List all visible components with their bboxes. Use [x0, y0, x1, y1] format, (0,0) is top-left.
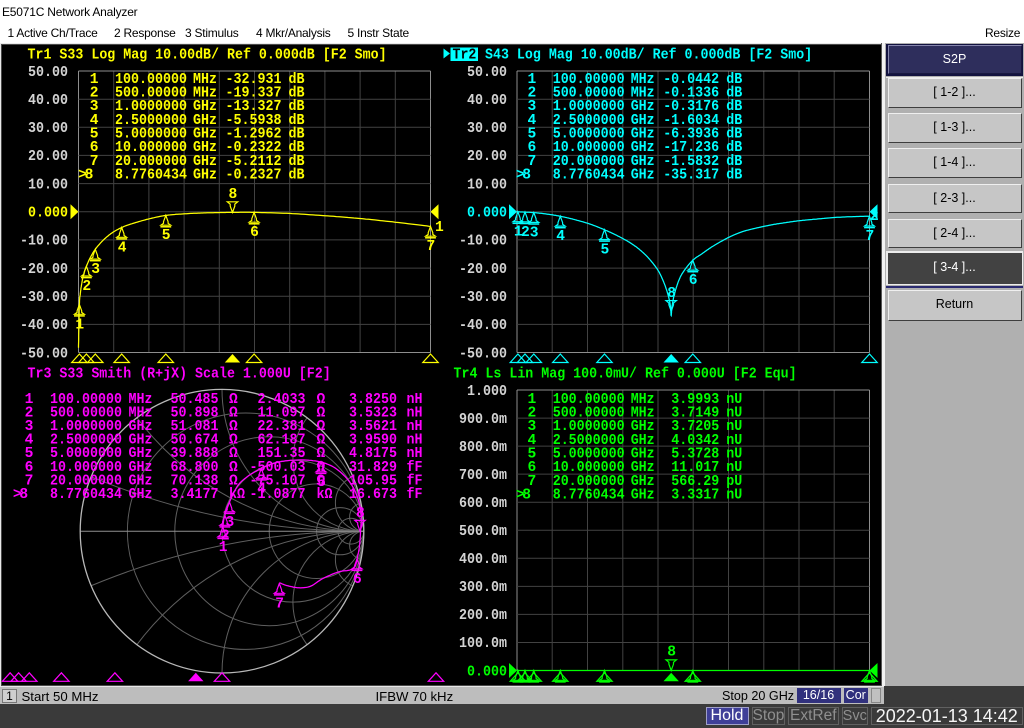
svg-text:8.7760434: 8.7760434 [553, 488, 625, 504]
svg-text:5: 5 [601, 243, 610, 259]
svg-text:1: 1 [435, 220, 444, 236]
svg-text:3: 3 [226, 515, 235, 531]
svg-text:0.000: 0.000 [467, 664, 507, 680]
svg-text:GHz: GHz [631, 168, 655, 184]
svg-text:7: 7 [427, 239, 436, 255]
svg-text:5: 5 [162, 228, 171, 244]
svg-text:-10.00: -10.00 [459, 234, 507, 250]
svg-text:30.00: 30.00 [467, 121, 507, 137]
svg-text:50.00: 50.00 [28, 65, 68, 81]
svg-text:0.000: 0.000 [28, 206, 68, 222]
svg-text:20.00: 20.00 [28, 149, 68, 165]
svg-text:700.0m: 700.0m [459, 468, 507, 484]
svg-text:GHz: GHz [129, 487, 153, 503]
svg-text:8: 8 [667, 644, 676, 660]
svg-text:1: 1 [75, 317, 84, 333]
svg-text:8: 8 [19, 487, 28, 503]
svg-text:8: 8 [522, 488, 531, 504]
svg-text:50.00: 50.00 [467, 65, 507, 81]
svg-text:-0.2327: -0.2327 [226, 168, 282, 184]
svg-text:Tr2: Tr2 [453, 48, 477, 64]
svg-text:8: 8 [522, 168, 531, 184]
svg-text:30.00: 30.00 [28, 121, 68, 137]
svg-text:-40.00: -40.00 [459, 318, 507, 334]
svg-text:900.0m: 900.0m [459, 412, 507, 428]
svg-text:8: 8 [667, 286, 676, 302]
svg-text:6: 6 [353, 572, 362, 588]
svg-text:Tr1 S33 Log Mag 10.00dB/ Ref 0: Tr1 S33 Log Mag 10.00dB/ Ref 0.000dB [F2… [28, 48, 387, 64]
svg-text:40.00: 40.00 [467, 93, 507, 109]
svg-text:Tr4 Ls Lin Mag 100.0mU/ Ref 0.: Tr4 Ls Lin Mag 100.0mU/ Ref 0.000U [F2 E… [454, 367, 797, 383]
svg-text:6: 6 [689, 273, 698, 289]
svg-text:800.0m: 800.0m [459, 440, 507, 456]
svg-text:Tr3 S33 Smith (R+jX) Scale 1.0: Tr3 S33 Smith (R+jX) Scale 1.000U [F2] [28, 367, 331, 383]
svg-text:-20.00: -20.00 [20, 262, 68, 278]
svg-text:-50.00: -50.00 [459, 346, 507, 362]
svg-text:200.0m: 200.0m [459, 608, 507, 624]
svg-text:8.7760434: 8.7760434 [553, 168, 625, 184]
svg-text:-10.00: -10.00 [20, 234, 68, 250]
svg-text:-20.00: -20.00 [459, 262, 507, 278]
svg-text:40.00: 40.00 [28, 93, 68, 109]
svg-text:kΩ: kΩ [317, 487, 333, 503]
svg-text:8.7760434: 8.7760434 [50, 487, 122, 503]
svg-text:8.7760434: 8.7760434 [115, 168, 187, 184]
svg-text:10.00: 10.00 [28, 177, 68, 193]
svg-text:GHz: GHz [631, 488, 655, 504]
svg-text:500.0m: 500.0m [459, 524, 507, 540]
svg-text:-30.00: -30.00 [20, 290, 68, 306]
svg-text:8: 8 [229, 187, 238, 203]
svg-text:fF: fF [407, 487, 423, 503]
svg-text:4: 4 [118, 240, 127, 256]
svg-text:dB: dB [289, 168, 305, 184]
svg-text:1.000: 1.000 [467, 384, 507, 400]
svg-text:dB: dB [726, 168, 742, 184]
svg-text:3.4177: 3.4177 [171, 487, 219, 503]
svg-text:0.000: 0.000 [467, 206, 507, 222]
svg-text:2: 2 [521, 225, 530, 241]
svg-text:600.0m: 600.0m [459, 496, 507, 512]
svg-text:16.673: 16.673 [349, 487, 397, 503]
svg-text:3: 3 [91, 262, 100, 278]
svg-text:3.3317: 3.3317 [671, 488, 719, 504]
svg-text:S43 Log Mag 10.00dB/ Ref 0.000: S43 Log Mag 10.00dB/ Ref 0.000dB [F2 Smo… [485, 48, 812, 64]
svg-text:-40.00: -40.00 [20, 318, 68, 334]
svg-text:nU: nU [726, 488, 742, 504]
svg-text:10.00: 10.00 [467, 177, 507, 193]
svg-text:300.0m: 300.0m [459, 580, 507, 596]
svg-text:-1.0877: -1.0877 [250, 487, 306, 503]
svg-text:-35.317: -35.317 [663, 168, 719, 184]
svg-text:400.0m: 400.0m [459, 552, 507, 568]
svg-text:20.00: 20.00 [467, 149, 507, 165]
svg-text:2: 2 [82, 279, 91, 295]
svg-text:4: 4 [556, 229, 565, 245]
svg-text:GHz: GHz [193, 168, 217, 184]
svg-text:kΩ: kΩ [229, 487, 245, 503]
svg-text:7: 7 [866, 229, 875, 245]
svg-text:3: 3 [530, 225, 539, 241]
svg-text:-50.00: -50.00 [20, 346, 68, 362]
svg-text:-30.00: -30.00 [459, 290, 507, 306]
svg-text:8: 8 [85, 168, 94, 184]
svg-text:8: 8 [356, 506, 365, 522]
svg-text:7: 7 [275, 596, 284, 612]
svg-text:6: 6 [250, 225, 259, 241]
svg-text:2: 2 [870, 209, 879, 225]
svg-text:100.0m: 100.0m [459, 636, 507, 652]
